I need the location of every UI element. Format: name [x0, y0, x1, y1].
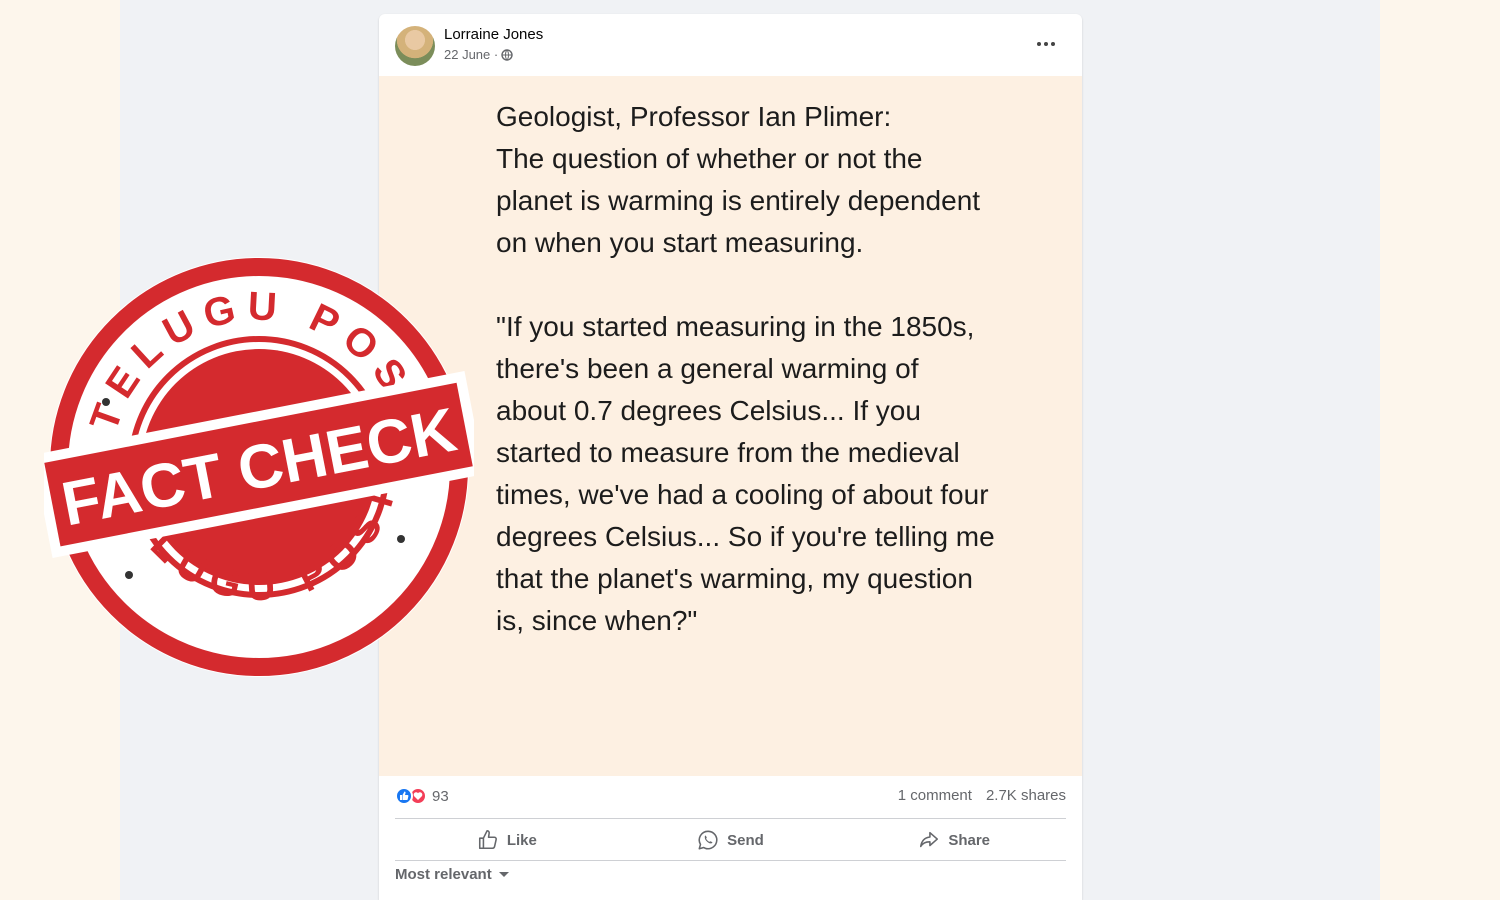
- share-button[interactable]: Share: [842, 820, 1066, 860]
- stamp-dot: [125, 571, 133, 579]
- reaction-count: 93: [432, 787, 449, 805]
- whatsapp-icon: [698, 830, 718, 850]
- like-label: Like: [506, 831, 537, 849]
- post-text: Geologist, Professor Ian Plimer: The que…: [496, 101, 995, 636]
- caret-down-icon: [498, 871, 509, 877]
- divider: [395, 860, 1066, 861]
- author-avatar[interactable]: [395, 26, 435, 66]
- stamp-dot: [102, 398, 110, 406]
- thumbs-up-icon: [478, 830, 497, 850]
- post-actions: Like Send Share: [395, 820, 1066, 860]
- post-meta: 22 June ·: [444, 47, 513, 62]
- send-button[interactable]: Send: [619, 820, 843, 860]
- share-label: Share: [948, 831, 991, 849]
- more-options-button[interactable]: [1030, 30, 1062, 58]
- share-icon: [920, 831, 939, 848]
- post-body: Geologist, Professor Ian Plimer: The que…: [379, 76, 1082, 776]
- send-label: Send: [727, 831, 764, 849]
- stamp-dot: [397, 535, 405, 543]
- author-name[interactable]: Lorraine Jones: [444, 26, 543, 43]
- comment-count[interactable]: 1 comment: [898, 787, 972, 804]
- share-count[interactable]: 2.7K shares: [986, 787, 1066, 804]
- like-button[interactable]: Like: [395, 820, 619, 860]
- facebook-post: Lorraine Jones 22 June · Geologist, Prof…: [379, 14, 1082, 900]
- sort-label: Most relevant: [395, 866, 492, 883]
- fact-check-stamp: TELUGU POST TELUGU POST FACT CHECK: [44, 257, 474, 677]
- post-stats: 93 1 comment 2.7K shares: [395, 784, 1066, 810]
- reactions-summary[interactable]: 93: [395, 787, 449, 805]
- post-date[interactable]: 22 June ·: [444, 47, 498, 62]
- globe-icon: [501, 48, 513, 61]
- divider: [395, 818, 1066, 819]
- more-icon: [1037, 42, 1055, 46]
- comment-sort-dropdown[interactable]: Most relevant: [395, 866, 510, 883]
- like-reaction-icon: [395, 787, 413, 805]
- engagement-stats: 1 comment 2.7K shares: [898, 787, 1066, 804]
- post-header: Lorraine Jones 22 June ·: [379, 14, 1082, 76]
